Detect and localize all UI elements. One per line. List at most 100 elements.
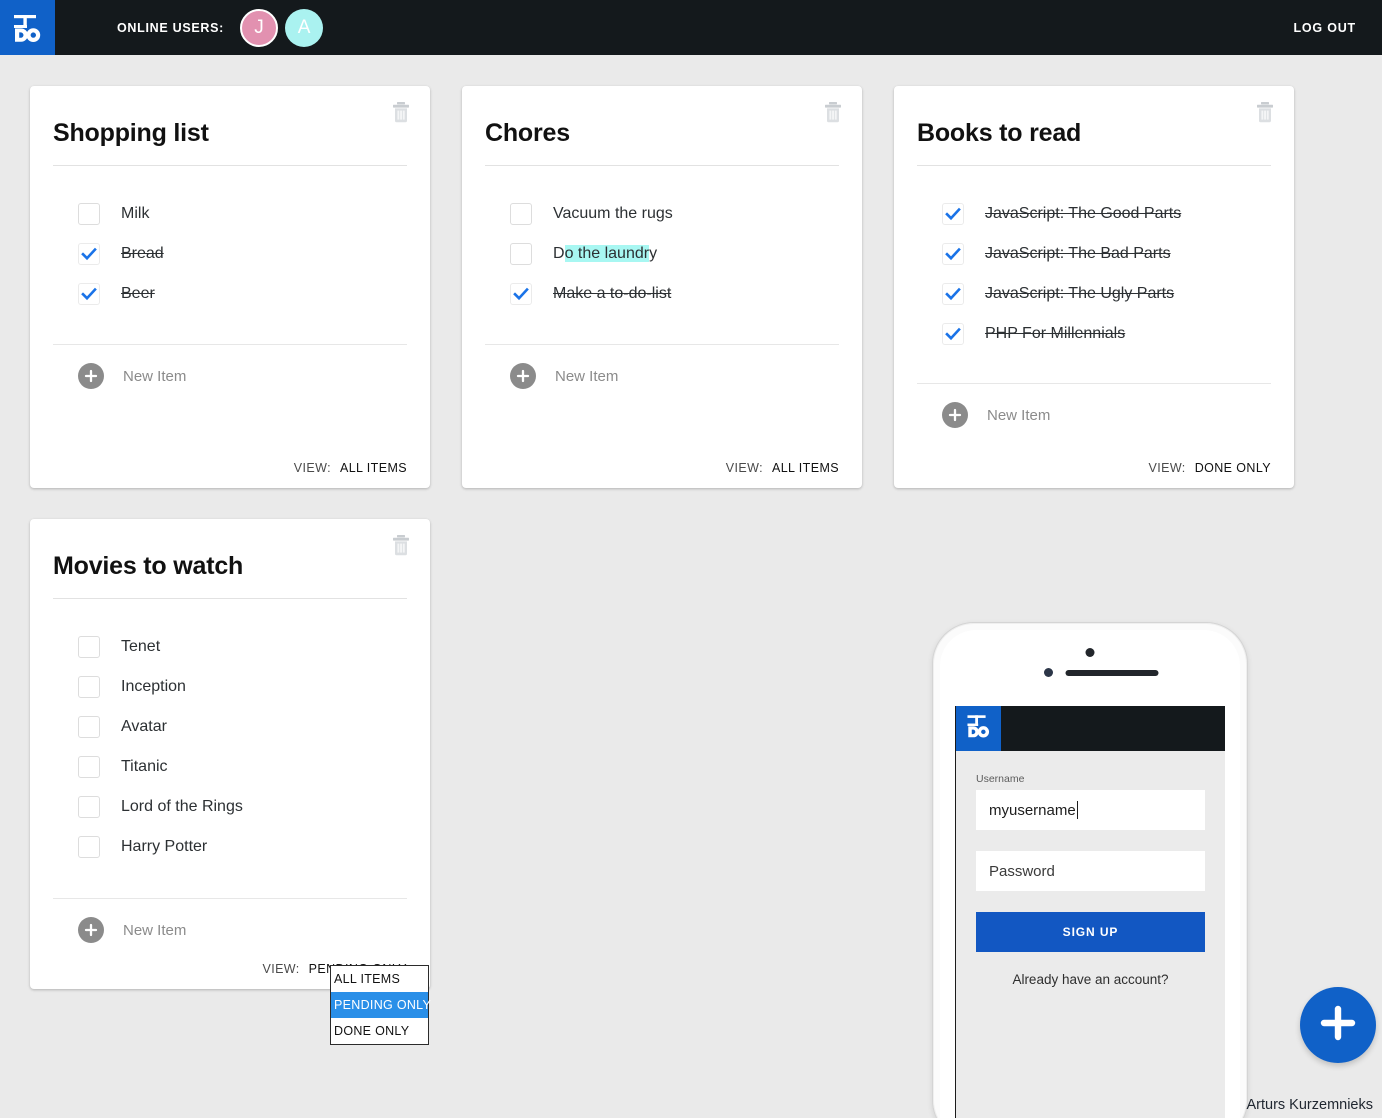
plus-icon xyxy=(78,917,104,943)
list-item[interactable]: Bread xyxy=(78,234,407,274)
list-items: Tenet Inception Avatar Titanic Lord of t… xyxy=(53,599,407,867)
item-label: Titanic xyxy=(121,758,168,775)
new-item-label: New Item xyxy=(123,921,187,939)
item-label: JavaScript: The Bad Parts xyxy=(985,245,1171,262)
username-value: myusername xyxy=(989,801,1076,819)
todo-logo-icon xyxy=(965,712,993,745)
plus-icon xyxy=(942,402,968,428)
list-item[interactable]: Lord of the Rings xyxy=(78,787,407,827)
view-label: VIEW: xyxy=(725,461,763,475)
new-item-label: New Item xyxy=(987,406,1051,424)
list-title: Books to read xyxy=(917,119,1082,147)
item-checkbox[interactable] xyxy=(942,203,964,225)
new-item-button[interactable]: New Item xyxy=(917,384,1271,428)
dropdown-option-pending-only[interactable]: PENDING ONLY xyxy=(331,992,431,1018)
app-logo[interactable] xyxy=(0,0,55,55)
view-filter: VIEW: ALL ITEMS xyxy=(726,461,839,475)
list-items: Milk Bread Beer xyxy=(53,166,407,314)
list-title: Shopping list xyxy=(53,119,209,147)
item-label: Make a to-do-list xyxy=(553,285,672,302)
view-filter-value[interactable]: ALL ITEMS xyxy=(772,461,839,475)
phone-sensor-icon xyxy=(1044,668,1053,677)
phone-speaker-icon xyxy=(1065,670,1159,676)
trash-icon[interactable] xyxy=(388,532,414,558)
list-item[interactable]: JavaScript: The Ugly Parts xyxy=(942,274,1271,314)
list-items: JavaScript: The Good Parts JavaScript: T… xyxy=(917,166,1271,354)
list-card-books-to-read: Books to read JavaScript: The Good Parts… xyxy=(894,86,1294,488)
logout-button[interactable]: LOG OUT xyxy=(1293,21,1356,35)
sign-up-button[interactable]: SIGN UP xyxy=(976,912,1205,952)
item-checkbox[interactable] xyxy=(510,203,532,225)
view-filter: VIEW: ALL ITEMS xyxy=(294,461,407,475)
online-avatars: J A xyxy=(240,8,324,47)
new-item-button[interactable]: New Item xyxy=(53,899,407,943)
phone-screen: Username myusername Password SIGN UP Alr… xyxy=(955,706,1225,1118)
trash-icon[interactable] xyxy=(388,99,414,125)
item-label: Vacuum the rugs xyxy=(553,205,673,222)
item-label: Do the laundry xyxy=(553,245,657,263)
item-checkbox[interactable] xyxy=(942,323,964,345)
list-item[interactable]: JavaScript: The Bad Parts xyxy=(942,234,1271,274)
view-filter-value[interactable]: ALL ITEMS xyxy=(340,461,407,475)
list-item[interactable]: Do the laundry xyxy=(510,234,839,274)
item-label: Bread xyxy=(121,245,164,262)
list-item[interactable]: Beer xyxy=(78,274,407,314)
view-filter-dropdown[interactable]: ALL ITEMS PENDING ONLY DONE ONLY xyxy=(330,965,431,1045)
item-checkbox[interactable] xyxy=(78,636,100,658)
item-checkbox[interactable] xyxy=(78,283,100,305)
list-item[interactable]: Avatar xyxy=(78,707,407,747)
new-item-button[interactable]: New Item xyxy=(485,345,839,389)
item-checkbox[interactable] xyxy=(78,836,100,858)
item-label-selection: o the laundr xyxy=(564,245,650,262)
item-label-post: y xyxy=(649,245,658,262)
item-checkbox[interactable] xyxy=(942,283,964,305)
username-field[interactable]: myusername xyxy=(976,790,1205,830)
item-label: Milk xyxy=(121,205,150,222)
phone-mockup: Username myusername Password SIGN UP Alr… xyxy=(932,622,1248,1118)
todo-logo-icon xyxy=(11,11,45,45)
username-label: Username xyxy=(976,773,1025,785)
dropdown-option-done-only[interactable]: DONE ONLY xyxy=(331,1018,428,1044)
view-filter-value[interactable]: DONE ONLY xyxy=(1195,461,1271,475)
item-checkbox[interactable] xyxy=(78,203,100,225)
plus-icon xyxy=(78,363,104,389)
signup-form: Username myusername Password SIGN UP Alr… xyxy=(956,751,1225,987)
new-item-button[interactable]: New Item xyxy=(53,345,407,389)
avatar[interactable]: A xyxy=(285,8,324,47)
item-label: Lord of the Rings xyxy=(121,798,243,815)
list-item[interactable]: Harry Potter xyxy=(78,827,407,867)
item-checkbox[interactable] xyxy=(510,283,532,305)
add-list-fab-button[interactable] xyxy=(1300,987,1376,1063)
already-have-account-link[interactable]: Already have an account? xyxy=(976,972,1205,987)
list-item[interactable]: Titanic xyxy=(78,747,407,787)
trash-icon[interactable] xyxy=(820,99,846,125)
credit-text: Arturs Kurzemnieks xyxy=(1246,1097,1373,1113)
avatar[interactable]: J xyxy=(240,8,279,47)
phone-app-logo[interactable] xyxy=(956,706,1001,751)
password-field[interactable]: Password xyxy=(976,851,1205,891)
list-items: Vacuum the rugs Do the laundry Make a to… xyxy=(485,166,839,314)
online-users-label: ONLINE USERS: xyxy=(117,20,225,35)
item-checkbox[interactable] xyxy=(78,756,100,778)
item-checkbox[interactable] xyxy=(78,716,100,738)
trash-icon[interactable] xyxy=(1252,99,1278,125)
list-item[interactable]: PHP For Millennials xyxy=(942,314,1271,354)
item-label: JavaScript: The Good Parts xyxy=(985,205,1182,222)
item-checkbox[interactable] xyxy=(78,243,100,265)
list-item[interactable]: Vacuum the rugs xyxy=(510,194,839,234)
dropdown-option-all-items[interactable]: ALL ITEMS xyxy=(331,966,428,992)
item-checkbox[interactable] xyxy=(510,243,532,265)
item-checkbox[interactable] xyxy=(78,676,100,698)
item-checkbox[interactable] xyxy=(78,796,100,818)
list-item[interactable]: Inception xyxy=(78,667,407,707)
item-checkbox[interactable] xyxy=(942,243,964,265)
item-label: PHP For Millennials xyxy=(985,325,1126,342)
plus-icon xyxy=(1318,1003,1358,1048)
list-item[interactable]: Milk xyxy=(78,194,407,234)
view-label: VIEW: xyxy=(262,962,300,976)
list-item[interactable]: Tenet xyxy=(78,627,407,667)
list-title: Chores xyxy=(485,119,570,147)
list-card-movies-to-watch: Movies to watch Tenet Inception Avatar T… xyxy=(30,519,430,989)
list-item[interactable]: Make a to-do-list xyxy=(510,274,839,314)
list-item[interactable]: JavaScript: The Good Parts xyxy=(942,194,1271,234)
